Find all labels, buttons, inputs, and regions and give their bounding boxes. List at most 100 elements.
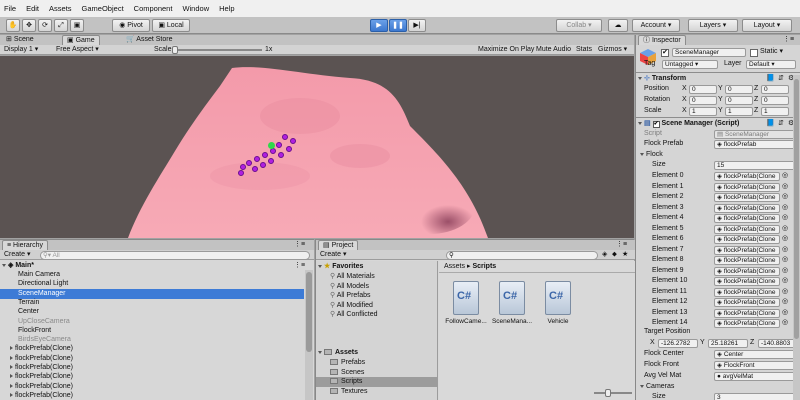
play-button[interactable]: ▶ — [370, 19, 388, 32]
breadcrumb-assets[interactable]: Assets — [444, 263, 465, 270]
hierarchy-search-input[interactable]: ⚲▾ All — [40, 251, 310, 260]
menu-help[interactable]: Help — [219, 4, 234, 13]
transform-y-field[interactable]: 0 — [725, 85, 753, 94]
flock-element-field[interactable]: ◈ flockPrefab(Clone — [714, 172, 780, 181]
favorite-item[interactable]: ⚲ All Models — [330, 282, 369, 292]
rotate-tool-icon[interactable]: ⟳ — [38, 19, 52, 32]
flock-center-field[interactable]: ◈ Center — [714, 350, 798, 359]
inspector-scrollbar[interactable] — [793, 75, 800, 400]
cameras-array-header[interactable]: Cameras — [640, 382, 674, 392]
transform-z-field[interactable]: 0 — [761, 96, 789, 105]
gizmos-dropdown[interactable]: Gizmos ▾ — [598, 45, 627, 55]
object-picker-icon[interactable]: ◎ — [782, 224, 788, 234]
tag-dropdown[interactable]: Untagged ▾ — [662, 60, 718, 69]
scale-tool-icon[interactable]: ⤢ — [54, 19, 68, 32]
transform-y-field[interactable]: 1 — [725, 107, 753, 116]
favorite-item[interactable]: ⚲ All Materials — [330, 272, 375, 282]
object-name-field[interactable]: SceneManager — [672, 48, 746, 57]
object-picker-icon[interactable]: ◎ — [782, 308, 788, 318]
filter-by-type-icon[interactable]: ◈ — [602, 250, 607, 260]
object-picker-icon[interactable]: ◎ — [782, 203, 788, 213]
flock-element-field[interactable]: ◈ flockPrefab(Clone — [714, 266, 780, 276]
scale-slider-handle[interactable] — [172, 46, 178, 54]
flock-element-field[interactable]: ◈ flockPrefab(Clone — [714, 235, 780, 244]
help-icon[interactable]: 📘 — [766, 119, 775, 129]
account-dropdown[interactable]: Account ▾ — [632, 19, 680, 32]
filter-by-label-icon[interactable]: ⬥ — [612, 250, 617, 260]
pause-button[interactable]: ❚❚ — [389, 19, 407, 32]
transform-z-field[interactable]: 1 — [761, 107, 789, 116]
icon-size-slider-handle[interactable] — [605, 389, 611, 397]
favorite-item[interactable]: ⚲ All Conflicted — [330, 310, 378, 320]
hierarchy-scrollbar[interactable] — [305, 270, 313, 400]
project-create-dropdown[interactable]: Create ▾ — [320, 250, 346, 260]
flock-element-field[interactable]: ◈ flockPrefab(Clone — [714, 224, 780, 234]
inspector-scroll-thumb[interactable] — [794, 79, 799, 339]
menu-component[interactable]: Component — [134, 4, 173, 13]
csharp-script-icon[interactable]: C# — [545, 281, 571, 315]
tab-inspector[interactable]: ⓘ Inspector — [638, 35, 686, 45]
script-component-header[interactable]: ▤ ✔ Scene Manager (Script) — [638, 119, 739, 129]
favorite-item[interactable]: ⚲ All Modified — [330, 301, 373, 311]
object-picker-icon[interactable]: ◎ — [782, 245, 788, 255]
object-picker-icon[interactable]: ◎ — [782, 182, 788, 192]
maximize-on-play-toggle[interactable]: Maximize On Play — [478, 45, 534, 55]
csharp-script-icon[interactable]: C# — [499, 281, 525, 315]
project-search-input[interactable]: ⚲ — [446, 251, 598, 260]
icon-size-slider[interactable] — [594, 392, 632, 394]
display-dropdown[interactable]: Display 1 ▾ — [4, 45, 38, 55]
transform-x-field[interactable]: 1 — [689, 107, 717, 116]
tab-asset-store[interactable]: 🛒 Asset Store — [122, 35, 176, 45]
collab-button[interactable]: Collab ▾ — [556, 19, 602, 32]
cameras-size-field[interactable]: 3 — [714, 393, 798, 400]
hierarchy-create-dropdown[interactable]: Create ▾ — [4, 250, 30, 260]
panel-menu-icon[interactable]: ⋮≡ — [783, 35, 794, 45]
target-x-field[interactable]: -126.2782 — [658, 339, 698, 348]
transform-z-field[interactable]: 0 — [761, 85, 789, 94]
menu-window[interactable]: Window — [182, 4, 209, 13]
transform-x-field[interactable]: 0 — [689, 85, 717, 94]
hand-tool-icon[interactable]: ✋ — [6, 19, 20, 32]
assets-header[interactable]: Assets — [318, 348, 358, 358]
local-toggle[interactable]: ▣ Local — [152, 19, 190, 32]
transform-x-field[interactable]: 0 — [689, 96, 717, 105]
menu-file[interactable]: File — [4, 4, 16, 13]
tab-game[interactable]: ▣ Game — [62, 35, 100, 45]
help-icon[interactable]: 📘 — [766, 74, 775, 84]
object-picker-icon[interactable]: ◎ — [782, 171, 788, 181]
favorite-star-icon[interactable]: ★ — [622, 250, 628, 260]
target-y-field[interactable]: 25.18261 — [708, 339, 748, 348]
transform-header[interactable]: ⊹ Transform — [638, 74, 686, 84]
panel-menu-icon[interactable]: ⋮≡ — [616, 240, 627, 250]
object-picker-icon[interactable]: ◎ — [782, 297, 788, 307]
flock-element-field[interactable]: ◈ flockPrefab(Clone — [714, 308, 780, 318]
expand-arrow-icon[interactable] — [10, 346, 13, 351]
component-enabled-checkbox[interactable]: ✔ — [652, 121, 660, 128]
object-picker-icon[interactable]: ◎ — [782, 318, 788, 328]
object-picker-icon[interactable]: ◎ — [782, 192, 788, 202]
flock-element-field[interactable]: ◈ flockPrefab(Clone — [714, 214, 780, 223]
flock-element-field[interactable]: ◈ flockPrefab(Clone — [714, 245, 780, 255]
layers-dropdown[interactable]: Layers ▾ — [688, 19, 738, 32]
transform-y-field[interactable]: 0 — [725, 96, 753, 105]
breadcrumb-scripts[interactable]: Scripts — [472, 263, 496, 270]
object-picker-icon[interactable]: ◎ — [782, 276, 788, 286]
flock-element-field[interactable]: ◈ flockPrefab(Clone — [714, 298, 780, 307]
scale-slider[interactable] — [174, 49, 262, 51]
rect-tool-icon[interactable]: ▣ — [70, 19, 84, 32]
layout-dropdown[interactable]: Layout ▾ — [742, 19, 792, 32]
step-button[interactable]: ▶| — [408, 19, 426, 32]
asset-folder-item[interactable]: Scripts — [316, 377, 437, 387]
asset-folder-item[interactable]: Textures — [316, 387, 437, 397]
favorite-item[interactable]: ⚲ All Prefabs — [330, 291, 371, 301]
flock-size-field[interactable]: 15 — [714, 161, 798, 170]
tab-hierarchy[interactable]: ≡ Hierarchy — [2, 240, 48, 250]
flock-element-field[interactable]: ◈ flockPrefab(Clone — [714, 203, 780, 213]
flock-element-field[interactable]: ◈ flockPrefab(Clone — [714, 287, 780, 297]
mute-audio-toggle[interactable]: Mute Audio — [536, 45, 571, 55]
move-tool-icon[interactable]: ✥ — [22, 19, 36, 32]
expand-arrow-icon[interactable] — [10, 355, 13, 360]
object-picker-icon[interactable]: ◎ — [782, 266, 788, 276]
flock-element-field[interactable]: ◈ flockPrefab(Clone — [714, 319, 780, 328]
avg-vel-mat-field[interactable]: ● avgVelMat — [714, 372, 798, 381]
